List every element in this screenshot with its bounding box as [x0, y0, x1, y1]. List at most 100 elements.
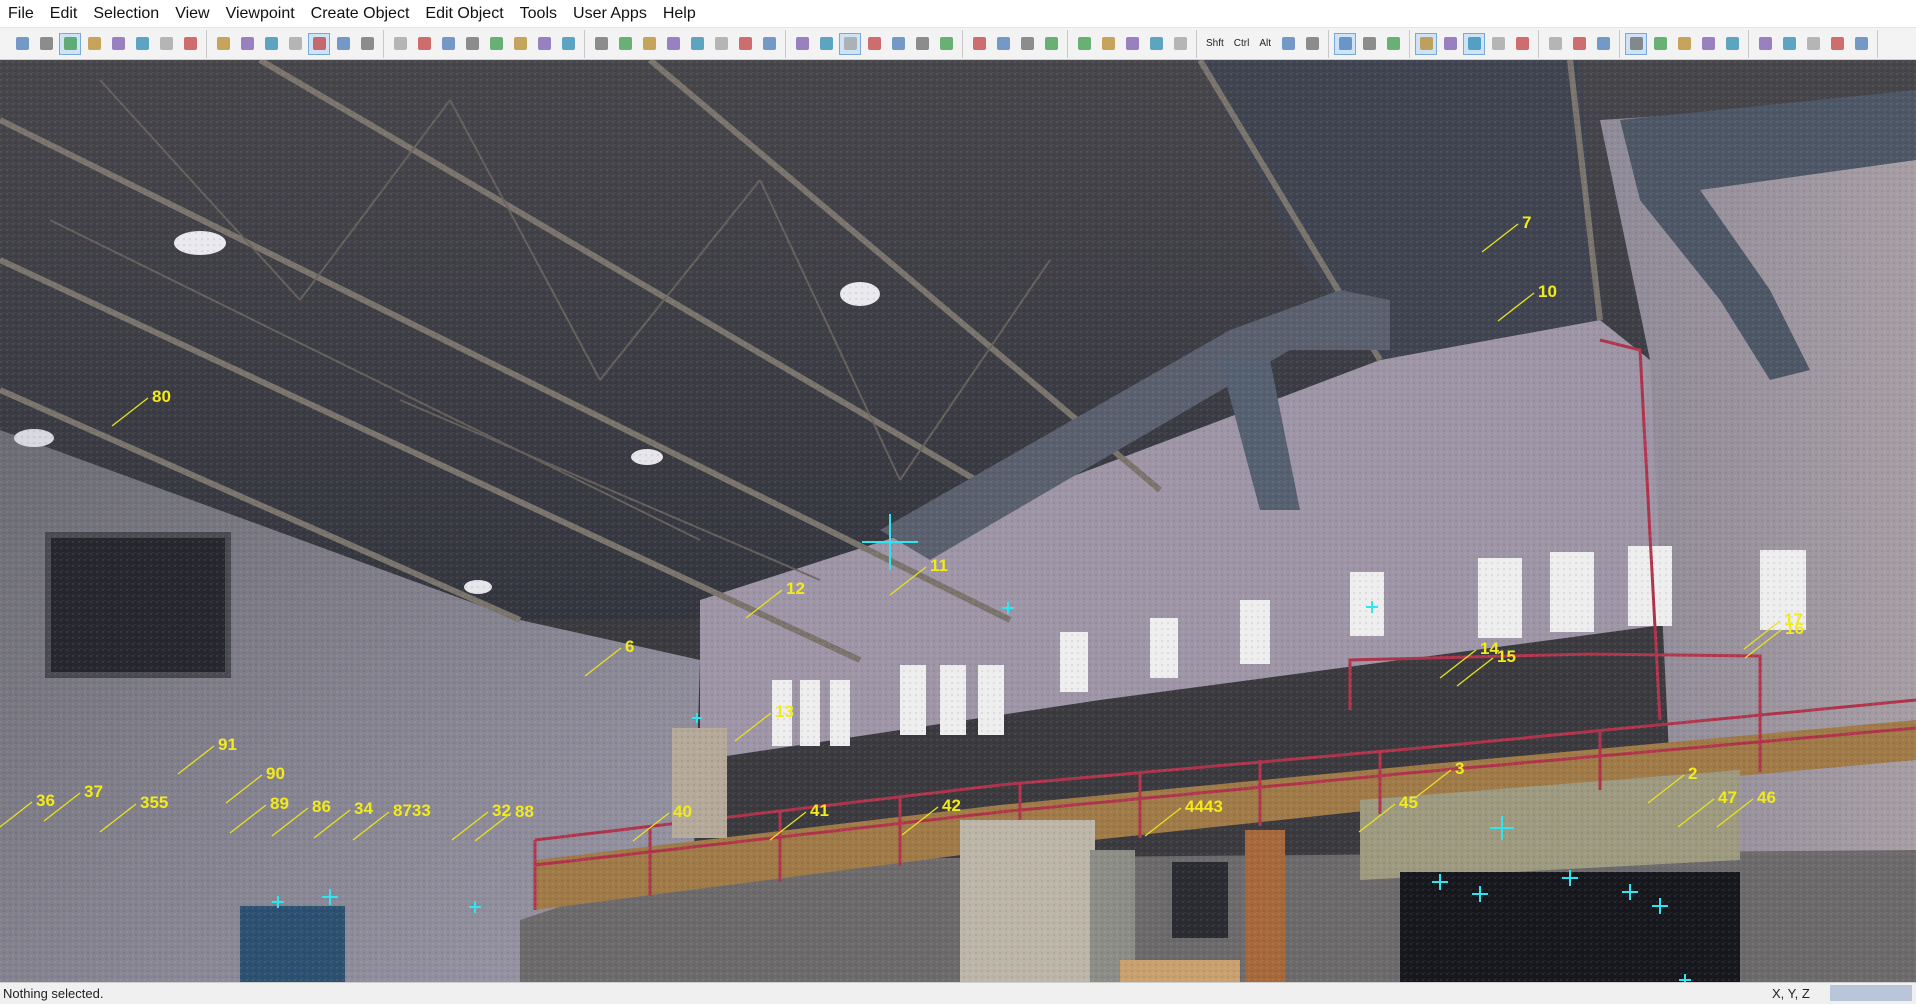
- bar-5-button[interactable]: [1721, 33, 1743, 55]
- layers-button[interactable]: [791, 33, 813, 55]
- properties-button[interactable]: [815, 33, 837, 55]
- measure-button[interactable]: [389, 33, 411, 55]
- walk-4-button[interactable]: [1040, 33, 1062, 55]
- tag-label[interactable]: 42: [942, 796, 961, 815]
- tag-label[interactable]: 80: [152, 387, 171, 406]
- select-arrow-button[interactable]: [11, 33, 33, 55]
- hand-button[interactable]: [1169, 33, 1191, 55]
- tag-label[interactable]: 16: [1785, 619, 1804, 638]
- paint-button[interactable]: [710, 33, 732, 55]
- circle-select-button[interactable]: [260, 33, 282, 55]
- menu-view[interactable]: View: [167, 0, 217, 28]
- bar-3-button[interactable]: [1673, 33, 1695, 55]
- move-cross-button[interactable]: [131, 33, 153, 55]
- tag-label[interactable]: 3: [1455, 759, 1464, 778]
- polygon-select-button[interactable]: [212, 33, 234, 55]
- color-c-button[interactable]: [1121, 33, 1143, 55]
- walk-3-button[interactable]: [1016, 33, 1038, 55]
- target-button[interactable]: [1511, 33, 1533, 55]
- orbit-button[interactable]: [179, 33, 201, 55]
- sphere-button[interactable]: [887, 33, 909, 55]
- scan-grid-button[interactable]: [1358, 33, 1380, 55]
- paste-button[interactable]: [686, 33, 708, 55]
- tag-label[interactable]: 8733: [393, 801, 431, 820]
- cloud-merge-button[interactable]: [638, 33, 660, 55]
- record-button[interactable]: [1592, 33, 1614, 55]
- tag-label[interactable]: 32: [492, 801, 511, 820]
- tag-label[interactable]: 4443: [1185, 797, 1223, 816]
- menu-help[interactable]: Help: [655, 0, 704, 28]
- menu-edit[interactable]: Edit: [42, 0, 86, 28]
- undo-button[interactable]: [1754, 33, 1776, 55]
- tag-label[interactable]: 34: [354, 799, 373, 818]
- menu-viewpoint[interactable]: Viewpoint: [218, 0, 303, 28]
- menu-selection[interactable]: Selection: [85, 0, 167, 28]
- tag-label[interactable]: 41: [810, 801, 829, 820]
- brush-button[interactable]: [734, 33, 756, 55]
- cube-button[interactable]: [332, 33, 354, 55]
- zoom-out-button[interactable]: [461, 33, 483, 55]
- mouse-right-button[interactable]: [1301, 33, 1323, 55]
- close-x-button[interactable]: [1850, 33, 1872, 55]
- globe-alt-button[interactable]: [557, 33, 579, 55]
- tag-label[interactable]: 12: [786, 579, 805, 598]
- matrix-button[interactable]: [1544, 33, 1566, 55]
- tag-label[interactable]: 91: [218, 735, 237, 754]
- tag-label[interactable]: 46: [1757, 788, 1776, 807]
- mouse-left-button[interactable]: [1277, 33, 1299, 55]
- slice-plane-button[interactable]: [308, 32, 330, 55]
- tag-label[interactable]: 7: [1522, 213, 1531, 232]
- tag-label[interactable]: 45: [1399, 793, 1418, 812]
- globe-button[interactable]: [533, 33, 555, 55]
- view-d-button[interactable]: [1487, 33, 1509, 55]
- menu-tools[interactable]: Tools: [512, 0, 565, 28]
- pan-hand-button[interactable]: [59, 32, 81, 55]
- modifier-key-alt-button[interactable]: Alt: [1255, 33, 1275, 55]
- rotate-view-button[interactable]: [356, 33, 378, 55]
- color-a-button[interactable]: [1073, 33, 1095, 55]
- view-a-button[interactable]: [1415, 32, 1438, 55]
- zoom-window-button[interactable]: [509, 33, 531, 55]
- zoom-fit-button[interactable]: [485, 33, 507, 55]
- select-plus-button[interactable]: [35, 33, 57, 55]
- tag-label[interactable]: 355: [140, 793, 168, 812]
- tag-label[interactable]: 89: [270, 794, 289, 813]
- redo-button[interactable]: [1778, 33, 1800, 55]
- matrix-alt-button[interactable]: [1568, 33, 1590, 55]
- measure-alt-button[interactable]: [413, 33, 435, 55]
- tag-label[interactable]: 90: [266, 764, 285, 783]
- tag-label[interactable]: 6: [625, 637, 634, 656]
- eraser-button[interactable]: [758, 33, 780, 55]
- tag-label[interactable]: 86: [312, 797, 331, 816]
- scan-button[interactable]: [1334, 32, 1357, 55]
- copy-button[interactable]: [662, 33, 684, 55]
- zoom-button[interactable]: [437, 33, 459, 55]
- grid-button[interactable]: [863, 33, 885, 55]
- pencil-button[interactable]: [107, 33, 129, 55]
- tag-label[interactable]: 15: [1497, 647, 1516, 666]
- tag-label[interactable]: 36: [36, 791, 55, 810]
- rotate-button[interactable]: [155, 33, 177, 55]
- points-button[interactable]: [911, 33, 933, 55]
- menu-edit-object[interactable]: Edit Object: [417, 0, 511, 28]
- view-c-button[interactable]: [1463, 32, 1486, 55]
- tag-label[interactable]: 47: [1718, 788, 1737, 807]
- modifier-key-shft-button[interactable]: Shft: [1202, 33, 1228, 55]
- tag-label[interactable]: 11: [930, 556, 948, 575]
- menu-create-object[interactable]: Create Object: [303, 0, 418, 28]
- color-b-button[interactable]: [1097, 33, 1119, 55]
- walk-button[interactable]: [968, 33, 990, 55]
- scene-canvas[interactable]: 80710111261314151716919089 86 34 8733 32 8836…: [0, 60, 1916, 982]
- tag-label[interactable]: 40: [673, 802, 692, 821]
- fence-select-button[interactable]: [83, 33, 105, 55]
- rectangle-select-button[interactable]: [236, 33, 258, 55]
- bar-4-button[interactable]: [1697, 33, 1719, 55]
- tag-label[interactable]: 37: [84, 782, 103, 801]
- menu-file[interactable]: File: [0, 0, 42, 28]
- tag-label[interactable]: 2: [1688, 764, 1697, 783]
- point-cloud-viewport[interactable]: 80 7 10 11 12 6 13 14 15 17 16 91 90 89 86 34 8733 32 88 36…: [0, 60, 1916, 982]
- bar-1-button[interactable]: [1625, 32, 1648, 55]
- tag-label[interactable]: 88: [515, 802, 534, 821]
- view-b-button[interactable]: [1439, 33, 1461, 55]
- tag-label[interactable]: 13: [775, 702, 794, 721]
